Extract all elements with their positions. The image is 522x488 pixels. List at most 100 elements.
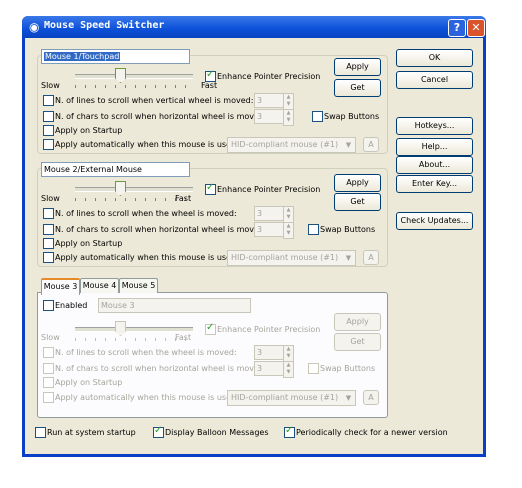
client-area: OK Cancel Hotkeys... Help... About... En… [25, 38, 483, 454]
mouse1-device-value: HID-compliant mouse (#1) [231, 140, 339, 149]
mouse1-lines-value: 3 [254, 93, 284, 108]
mouse2-lines-spinner[interactable]: 3 ▲ ▼ [254, 206, 294, 223]
mouse1-enhance-checkbox[interactable] [205, 69, 216, 82]
check-newer-checkbox[interactable] [284, 425, 295, 438]
mouse3-chars-checkbox[interactable] [43, 363, 54, 374]
mouse3-fast-label: Fast [175, 333, 192, 342]
mouse3-apply-button[interactable]: Apply [334, 313, 381, 331]
spin-arrows-icon: ▲ ▼ [283, 109, 294, 126]
mouse2-lines-checkbox[interactable] [43, 208, 54, 219]
mouse3-a-button[interactable]: A [363, 390, 379, 405]
window-title: Mouse Speed Switcher [44, 20, 165, 31]
mouse2-apply-button[interactable]: Apply [334, 174, 381, 192]
mouse3-auto-label: Apply automatically when this mouse is u… [55, 393, 239, 402]
mouse2-swap-checkbox[interactable] [308, 224, 319, 235]
chevron-down-icon: ▼ [345, 254, 352, 262]
mouse1-swap-checkbox[interactable] [312, 111, 323, 122]
enter-key-button[interactable]: Enter Key... [396, 175, 473, 193]
help-button[interactable]: Help... [396, 138, 473, 156]
mouse1-swap-label: Swap Buttons [324, 112, 380, 121]
mouse1-fast-label: Fast [201, 81, 218, 90]
mouse1-lines-spinner[interactable]: 3 ▲ ▼ [254, 93, 294, 110]
mouse3-lines-label: N. of lines to scroll when the wheel is … [55, 348, 237, 357]
spin-arrows-icon: ▲ ▼ [283, 345, 294, 362]
mouse3-chars-label: N. of chars to scroll when horizontal wh… [55, 364, 267, 373]
balloon-checkbox[interactable] [153, 425, 164, 438]
mouse3-enabled-label: Enabled [55, 301, 88, 310]
mouse3-enabled-checkbox[interactable] [43, 300, 54, 311]
mouse3-enhance-checkbox[interactable] [205, 322, 216, 335]
run-startup-checkbox[interactable] [35, 427, 46, 438]
mouse1-name-field[interactable]: Mouse 1/Touchpad [41, 49, 190, 64]
mouse2-chars-label: N. of chars to scroll when horizontal wh… [55, 225, 267, 234]
mouse3-swap-label: Swap Buttons [320, 364, 376, 373]
mouse1-startup-label: Apply on Startup [55, 126, 123, 135]
mouse2-lines-label: N. of lines to scroll when the wheel is … [55, 209, 237, 218]
close-title-button[interactable]: ✕ [467, 19, 485, 37]
mouse2-chars-checkbox[interactable] [43, 224, 54, 235]
mouse1-auto-checkbox[interactable] [43, 139, 54, 150]
tab-mouse-3[interactable]: Mouse 3 [41, 278, 80, 295]
mouse2-swap-label: Swap Buttons [320, 225, 376, 234]
mouse1-lines-checkbox[interactable] [43, 95, 54, 106]
mouse1-enhance-label: Enhance Pointer Precision [217, 72, 321, 81]
mouse2-speed-track [75, 187, 193, 192]
ok-button[interactable]: OK [396, 49, 473, 67]
mouse3-device-select[interactable]: HID-compliant mouse (#1) ▼ [227, 390, 356, 406]
mouse3-lines-spinner[interactable]: 3 ▲ ▼ [254, 345, 294, 362]
mouse2-auto-label: Apply automatically when this mouse is u… [55, 253, 239, 262]
mouse2-fast-label: Fast [175, 194, 192, 203]
mouse3-enhance-label: Enhance Pointer Precision [217, 325, 321, 334]
mouse3-name-field[interactable]: Mouse 3 [98, 298, 251, 313]
mouse1-apply-button[interactable]: Apply [334, 58, 381, 76]
mouse1-chars-spinner[interactable]: 3 ▲ ▼ [254, 109, 294, 126]
mouse2-auto-checkbox[interactable] [43, 252, 54, 263]
mouse1-device-select[interactable]: HID-compliant mouse (#1) ▼ [227, 137, 356, 153]
mouse2-chars-value: 3 [254, 222, 284, 237]
mouse1-auto-label: Apply automatically when this mouse is u… [55, 140, 239, 149]
mouse3-speed-track [75, 327, 193, 332]
mouse2-startup-checkbox[interactable] [43, 238, 54, 249]
chevron-down-icon: ▼ [345, 141, 352, 149]
tab-mouse-4[interactable]: Mouse 4 [80, 278, 119, 293]
mouse2-enhance-checkbox[interactable] [205, 182, 216, 195]
app-mouse-icon: ◉ [29, 20, 40, 34]
mouse2-a-button[interactable]: A [363, 250, 379, 265]
mouse3-startup-label: Apply on Startup [55, 378, 123, 387]
check-updates-button[interactable]: Check Updates... [396, 212, 473, 230]
spin-arrows-icon: ▲ ▼ [283, 361, 294, 378]
mouse2-enhance-label: Enhance Pointer Precision [217, 185, 321, 194]
balloon-label: Display Balloon Messages [165, 428, 269, 437]
mouse1-startup-checkbox[interactable] [43, 125, 54, 136]
mouse3-chars-spinner[interactable]: 3 ▲ ▼ [254, 361, 294, 378]
mouse2-name-field[interactable]: Mouse 2/External Mouse [41, 162, 190, 177]
mouse2-device-value: HID-compliant mouse (#1) [231, 253, 339, 262]
mouse2-slow-label: Slow [41, 194, 60, 203]
about-button[interactable]: About... [396, 156, 473, 174]
help-title-button[interactable]: ? [448, 19, 466, 37]
hotkeys-button[interactable]: Hotkeys... [396, 117, 473, 135]
mouse3-swap-checkbox[interactable] [308, 363, 319, 374]
title-bar[interactable]: ◉ Mouse Speed Switcher ? ✕ [22, 16, 486, 38]
mouse2-device-select[interactable]: HID-compliant mouse (#1) ▼ [227, 250, 356, 266]
mouse2-get-button[interactable]: Get [334, 193, 381, 211]
mouse1-a-button[interactable]: A [363, 137, 379, 152]
mouse1-chars-checkbox[interactable] [43, 111, 54, 122]
spin-arrows-icon: ▲ ▼ [283, 206, 294, 223]
tab-mouse-5[interactable]: Mouse 5 [119, 278, 158, 293]
spin-arrows-icon: ▲ ▼ [283, 222, 294, 239]
run-startup-label: Run at system startup [47, 428, 136, 437]
mouse3-startup-checkbox[interactable] [43, 377, 54, 388]
mouse3-device-value: HID-compliant mouse (#1) [231, 393, 339, 402]
spin-arrows-icon: ▲ ▼ [283, 93, 294, 110]
mouse3-auto-checkbox[interactable] [43, 392, 54, 403]
mouse2-chars-spinner[interactable]: 3 ▲ ▼ [254, 222, 294, 239]
mouse1-get-button[interactable]: Get [334, 79, 381, 97]
chevron-down-icon: ▼ [345, 394, 352, 402]
cancel-button[interactable]: Cancel [396, 71, 473, 89]
mouse1-speed-track [75, 74, 193, 79]
mouse3-lines-checkbox[interactable] [43, 347, 54, 358]
mouse1-slow-label: Slow [41, 81, 60, 90]
mouse1-chars-label: N. of chars to scroll when horizontal wh… [55, 112, 267, 121]
mouse3-get-button[interactable]: Get [334, 333, 381, 351]
